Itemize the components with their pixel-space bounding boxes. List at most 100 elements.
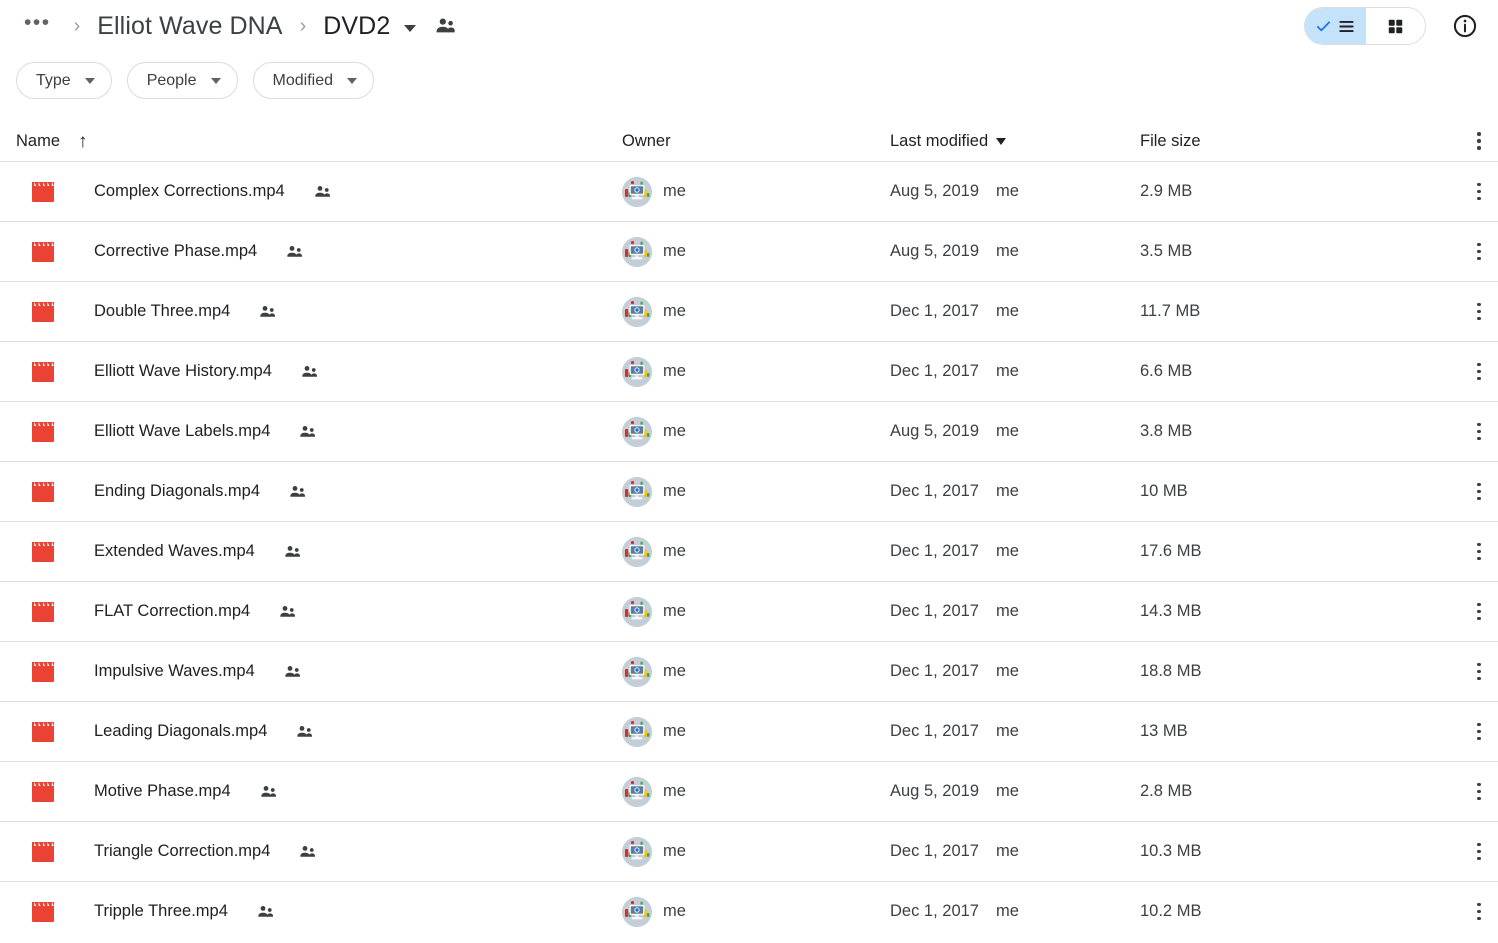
top-bar-actions bbox=[1304, 7, 1482, 45]
file-owner-cell: me bbox=[622, 356, 890, 387]
row-more-options-button[interactable] bbox=[1460, 773, 1498, 811]
file-owner-cell: me bbox=[622, 416, 890, 447]
column-header-file-size[interactable]: File size bbox=[1140, 132, 1440, 151]
row-more-options-button[interactable] bbox=[1460, 653, 1498, 691]
shared-people-icon[interactable] bbox=[434, 14, 458, 38]
row-more-options-button[interactable] bbox=[1460, 173, 1498, 211]
table-row[interactable]: Tripple Three.mp4 me Dec 1, 2017 me 10.2… bbox=[0, 881, 1498, 941]
file-name-cell: Tripple Three.mp4 bbox=[16, 901, 622, 923]
filter-chip-people[interactable]: People bbox=[126, 62, 238, 99]
row-more-options-button[interactable] bbox=[1460, 293, 1498, 331]
video-file-icon bbox=[31, 901, 55, 923]
row-more-options-button[interactable] bbox=[1460, 413, 1498, 451]
info-icon bbox=[1453, 14, 1477, 38]
file-name-label: Motive Phase.mp4 bbox=[94, 782, 231, 800]
column-header-name[interactable]: Name ↑ bbox=[16, 132, 622, 151]
file-size-label: 6.6 MB bbox=[1140, 362, 1193, 380]
row-more-options-button[interactable] bbox=[1460, 233, 1498, 271]
sort-descending-caret-icon[interactable] bbox=[996, 137, 1007, 145]
table-row[interactable]: Triangle Correction.mp4 me Dec 1, 2017 m… bbox=[0, 821, 1498, 881]
row-more-options-button[interactable] bbox=[1460, 533, 1498, 571]
table-row[interactable]: Complex Corrections.mp4 me Aug 5, 2019 m… bbox=[0, 161, 1498, 221]
file-owner-cell: me bbox=[622, 596, 890, 627]
video-file-icon bbox=[31, 421, 55, 443]
table-row[interactable]: Double Three.mp4 me Dec 1, 2017 me 11.7 … bbox=[0, 281, 1498, 341]
row-more-options-button[interactable] bbox=[1460, 833, 1498, 871]
row-more-options-button[interactable] bbox=[1460, 893, 1498, 931]
sort-ascending-arrow-icon[interactable]: ↑ bbox=[78, 132, 88, 151]
video-file-icon bbox=[31, 481, 55, 503]
file-modified-by: me bbox=[996, 782, 1019, 800]
file-actions-cell bbox=[1440, 413, 1498, 451]
table-row[interactable]: FLAT Correction.mp4 me Dec 1, 2017 me 14… bbox=[0, 581, 1498, 641]
shared-people-icon bbox=[289, 483, 307, 501]
avatar bbox=[622, 656, 652, 687]
file-size-label: 2.9 MB bbox=[1140, 182, 1193, 200]
row-more-options-button[interactable] bbox=[1460, 353, 1498, 391]
column-header-file-size-label: File size bbox=[1140, 131, 1201, 150]
video-file-icon bbox=[31, 361, 55, 383]
breadcrumb-parent-folder[interactable]: Elliot Wave DNA bbox=[93, 10, 286, 43]
file-size-label: 11.7 MB bbox=[1140, 302, 1201, 320]
file-size-cell: 18.8 MB bbox=[1140, 662, 1440, 681]
file-modified-cell: Aug 5, 2019 me bbox=[890, 242, 1140, 261]
grid-view-button[interactable] bbox=[1365, 8, 1425, 44]
row-more-options-button[interactable] bbox=[1460, 593, 1498, 631]
file-name-label: Leading Diagonals.mp4 bbox=[94, 722, 268, 740]
chevron-down-icon[interactable] bbox=[404, 24, 417, 32]
shared-people-icon bbox=[296, 723, 314, 741]
file-modified-by: me bbox=[995, 602, 1019, 620]
shared-people-icon bbox=[284, 663, 302, 681]
avatar bbox=[622, 896, 652, 927]
file-owner-cell: me bbox=[622, 836, 890, 867]
file-name-cell: Double Three.mp4 bbox=[16, 301, 622, 323]
file-actions-cell bbox=[1440, 293, 1498, 331]
breadcrumb-overflow-button[interactable]: ••• bbox=[14, 12, 61, 36]
filter-chip-modified[interactable]: Modified bbox=[252, 62, 374, 99]
column-header-last-modified-label: Last modified bbox=[890, 131, 989, 150]
table-row[interactable]: Leading Diagonals.mp4 me Dec 1, 2017 me … bbox=[0, 701, 1498, 761]
file-modified-cell: Aug 5, 2019 me bbox=[890, 782, 1140, 801]
table-row[interactable]: Elliott Wave History.mp4 me Dec 1, 2017 … bbox=[0, 341, 1498, 401]
file-owner-label: me bbox=[663, 902, 686, 920]
breadcrumb-current-folder[interactable]: DVD2 bbox=[319, 10, 394, 43]
file-size-label: 2.8 MB bbox=[1140, 782, 1193, 800]
avatar bbox=[622, 476, 652, 507]
file-size-label: 10 MB bbox=[1140, 482, 1188, 500]
file-name-cell: Motive Phase.mp4 bbox=[16, 781, 622, 803]
filter-chip-bar: Type People Modified bbox=[0, 52, 1498, 99]
file-modified-date: Dec 1, 2017 bbox=[890, 302, 979, 320]
file-size-label: 18.8 MB bbox=[1140, 662, 1202, 680]
column-header-last-modified[interactable]: Last modified bbox=[890, 132, 1140, 151]
details-info-button[interactable] bbox=[1448, 9, 1482, 43]
table-row[interactable]: Impulsive Waves.mp4 me Dec 1, 2017 me 18… bbox=[0, 641, 1498, 701]
table-row[interactable]: Corrective Phase.mp4 me Aug 5, 2019 me 3… bbox=[0, 221, 1498, 281]
file-owner-cell: me bbox=[622, 776, 890, 807]
file-actions-cell bbox=[1440, 773, 1498, 811]
row-more-options-button[interactable] bbox=[1460, 713, 1498, 751]
view-mode-toggle[interactable] bbox=[1304, 7, 1426, 45]
table-row[interactable]: Ending Diagonals.mp4 me Dec 1, 2017 me 1… bbox=[0, 461, 1498, 521]
table-row[interactable]: Elliott Wave Labels.mp4 me Aug 5, 2019 m… bbox=[0, 401, 1498, 461]
grid-icon bbox=[1388, 19, 1403, 33]
file-size-label: 3.5 MB bbox=[1140, 242, 1193, 260]
avatar bbox=[622, 356, 652, 387]
file-owner-label: me bbox=[663, 482, 686, 500]
file-size-cell: 11.7 MB bbox=[1140, 302, 1440, 321]
file-owner-cell: me bbox=[622, 296, 890, 327]
file-owner-label: me bbox=[663, 302, 686, 320]
file-size-cell: 10 MB bbox=[1140, 482, 1440, 501]
file-size-cell: 13 MB bbox=[1140, 722, 1440, 741]
file-owner-cell: me bbox=[622, 236, 890, 267]
table-row[interactable]: Extended Waves.mp4 me Dec 1, 2017 me 17.… bbox=[0, 521, 1498, 581]
list-view-button[interactable] bbox=[1305, 8, 1365, 44]
video-file-icon bbox=[31, 181, 55, 203]
table-row[interactable]: Motive Phase.mp4 me Aug 5, 2019 me 2.8 M… bbox=[0, 761, 1498, 821]
more-options-button[interactable] bbox=[1460, 122, 1498, 160]
file-modified-date: Aug 5, 2019 bbox=[890, 782, 979, 800]
filter-chip-type[interactable]: Type bbox=[16, 62, 112, 99]
column-header-owner[interactable]: Owner bbox=[622, 132, 890, 151]
file-size-cell: 10.3 MB bbox=[1140, 842, 1440, 861]
file-owner-label: me bbox=[663, 662, 686, 680]
row-more-options-button[interactable] bbox=[1460, 473, 1498, 511]
